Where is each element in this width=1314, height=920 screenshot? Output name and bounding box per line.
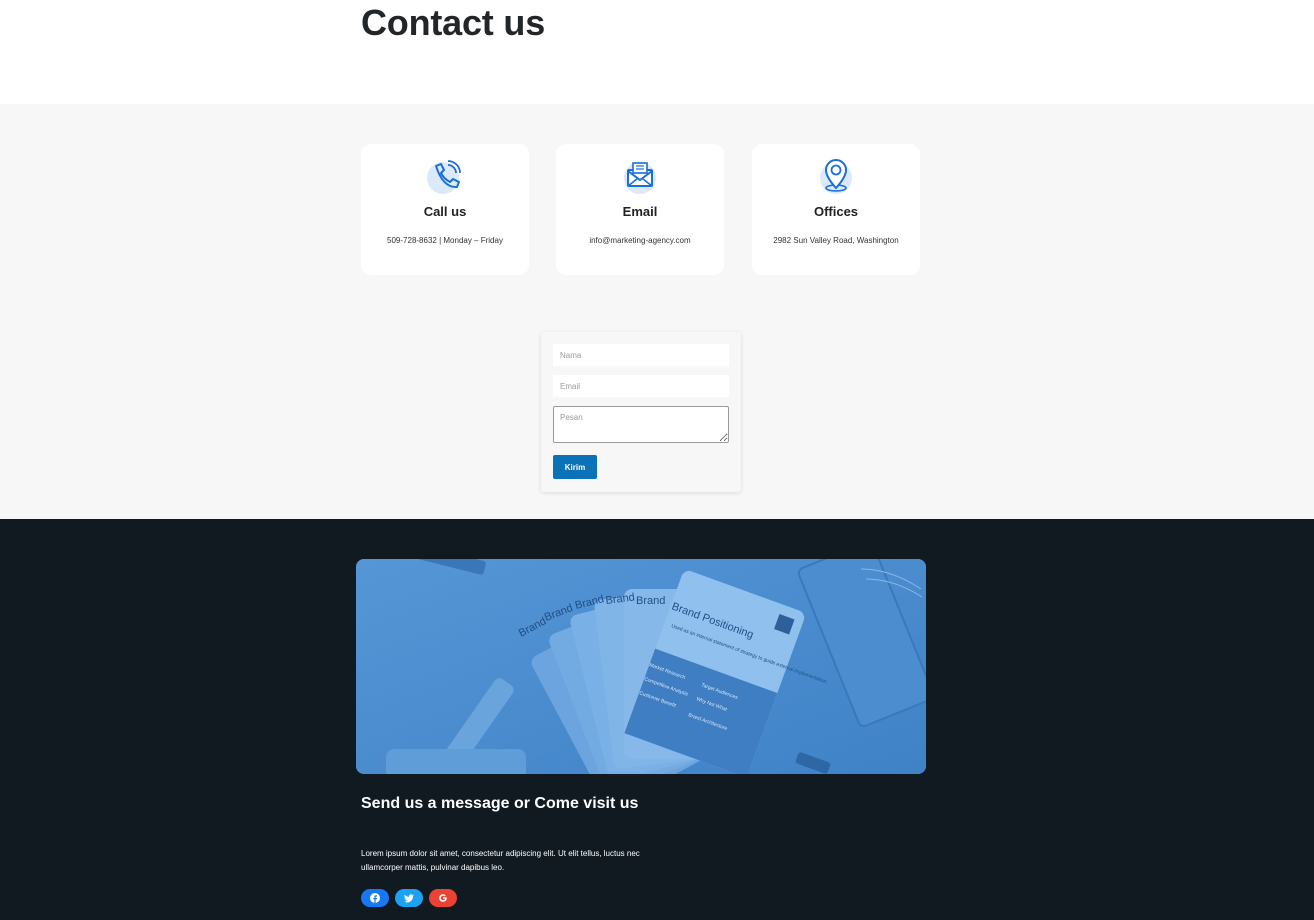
location-pin-icon (816, 156, 856, 196)
banner-image: Brand Brand Brand Brand Brand Brand Posi… (356, 559, 926, 774)
facebook-button[interactable] (361, 889, 389, 907)
card-text: 2982 Sun Valley Road, Washington (773, 236, 899, 245)
card-text: info@marketing-agency.com (589, 236, 691, 245)
submit-button[interactable]: Kirim (553, 455, 597, 479)
footer-text: Lorem ipsum dolor sit amet, consectetur … (361, 849, 640, 872)
contact-form: Kirim (541, 332, 741, 492)
name-input[interactable] (553, 344, 729, 366)
card-offices: Offices 2982 Sun Valley Road, Washington (752, 144, 920, 275)
footer-section: Brand Brand Brand Brand Brand Brand Posi… (0, 519, 1314, 920)
email-input[interactable] (553, 375, 729, 397)
card-call-us: Call us 509-728-8632 | Monday – Friday (361, 144, 529, 275)
google-button[interactable] (429, 889, 457, 907)
envelope-icon (620, 156, 660, 196)
card-title: Email (622, 204, 658, 219)
phone-icon (425, 156, 465, 196)
twitter-button[interactable] (395, 889, 423, 907)
hero-section: Contact us (0, 0, 1314, 104)
message-textarea[interactable] (553, 406, 729, 443)
footer-heading: Send us a message or Come visit us (361, 795, 639, 812)
card-text: 509-728-8632 | Monday – Friday (387, 236, 503, 245)
twitter-icon (404, 893, 414, 902)
contact-section: Call us 509-728-8632 | Monday – Friday E… (0, 104, 1314, 519)
card-email: Email info@marketing-agency.com (556, 144, 724, 275)
facebook-icon (370, 893, 380, 903)
banner-card-title-5: Brand (636, 595, 665, 607)
card-title: Offices (813, 204, 859, 219)
google-icon (439, 894, 447, 902)
card-title: Call us (423, 204, 467, 219)
page-title: Contact us (361, 2, 546, 43)
